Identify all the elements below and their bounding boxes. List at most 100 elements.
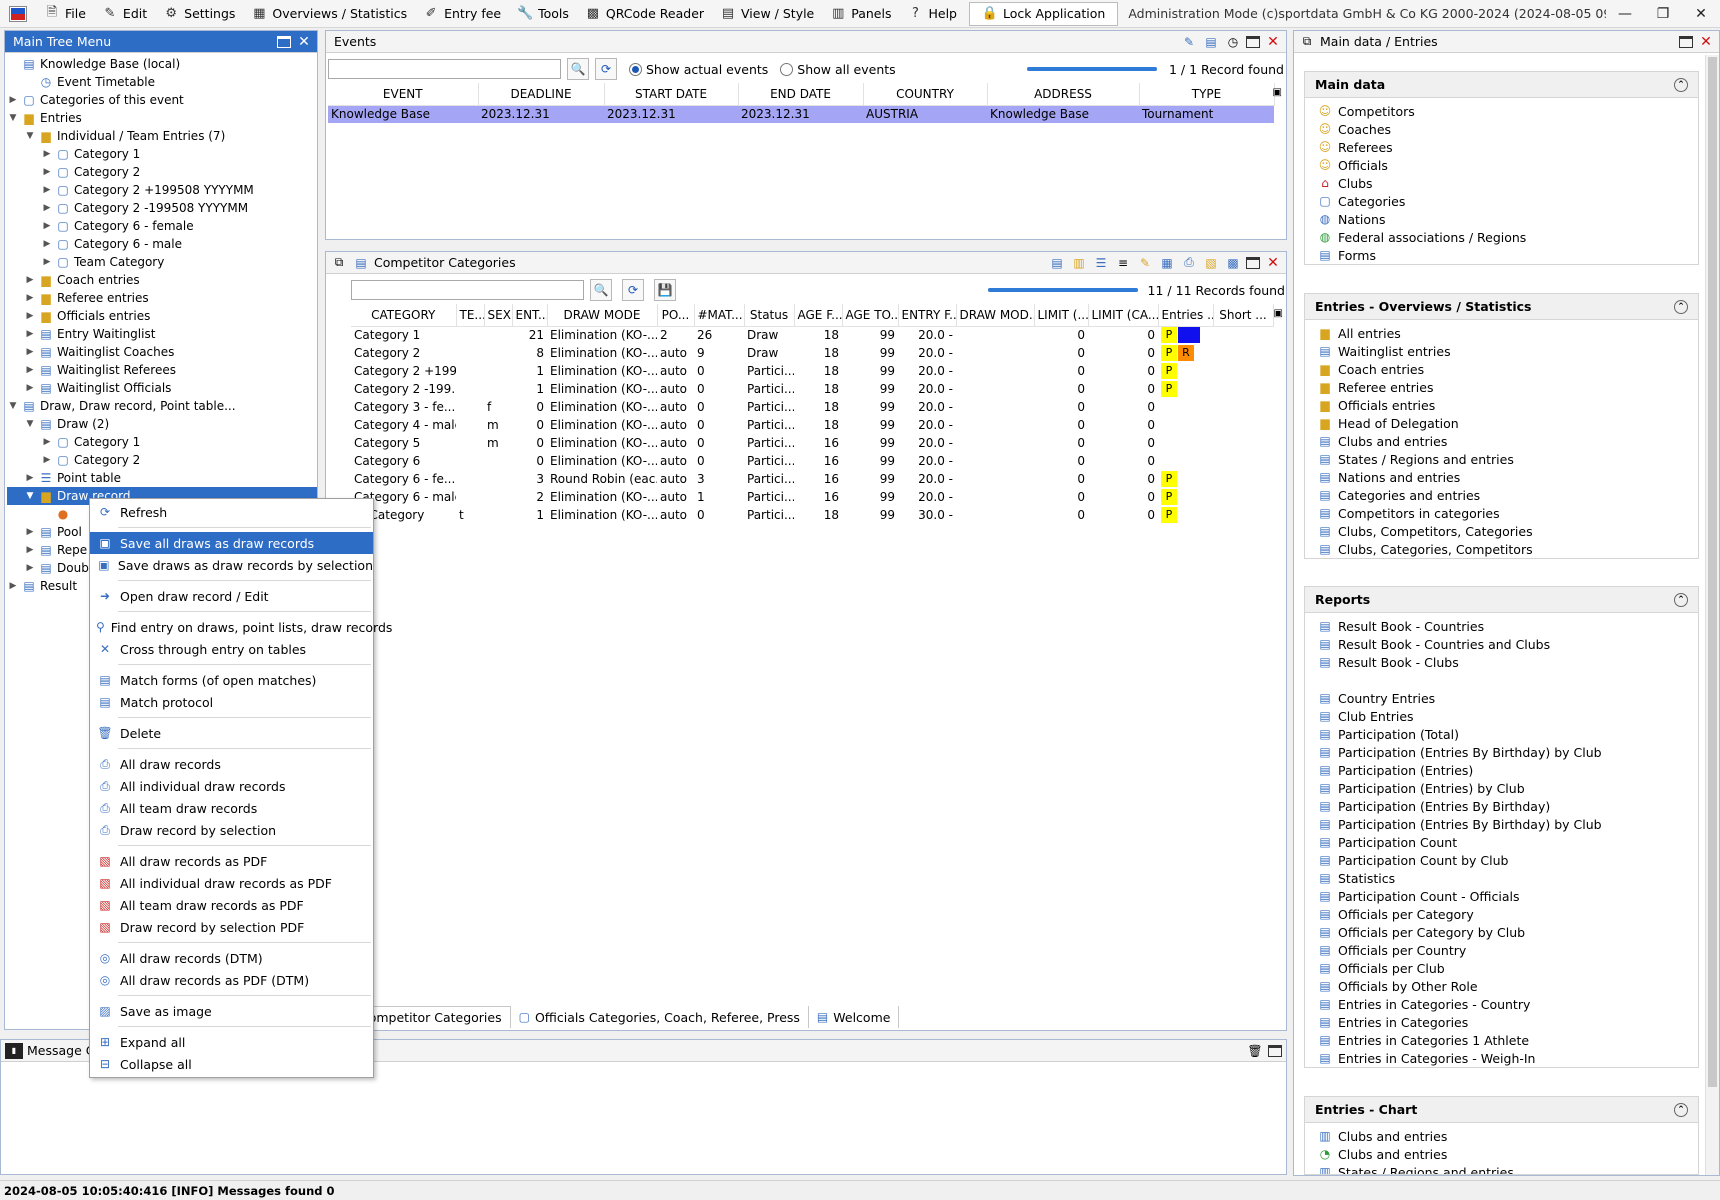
column-header[interactable]: COUNTRY bbox=[863, 83, 988, 106]
expand-arrow-icon[interactable]: ▶ bbox=[24, 545, 36, 555]
ctx-save-draws-as-draw-records-by-selection[interactable]: ▣ Save draws as draw records by selection bbox=[90, 554, 373, 576]
column-header[interactable]: TYPE bbox=[1139, 83, 1275, 106]
link-item[interactable]: ▤ Participation Count - Officials bbox=[1317, 887, 1698, 905]
link-item[interactable]: ▆ Head of Delegation bbox=[1317, 414, 1698, 432]
link-item[interactable]: ◔ Clubs and entries bbox=[1317, 1145, 1698, 1163]
link-item[interactable]: ▥ Clubs and entries bbox=[1317, 1127, 1698, 1145]
expand-arrow-icon[interactable]: ▶ bbox=[24, 275, 36, 285]
menu-entry-fee[interactable]: ✐ Entry fee bbox=[415, 2, 509, 26]
link-item[interactable]: ▤ Participation Count bbox=[1317, 833, 1698, 851]
expand-arrow-icon[interactable]: ▶ bbox=[24, 293, 36, 303]
table-row[interactable]: Category 2 8 Elimination (KO-... auto 9 Draw 1… bbox=[351, 344, 1273, 362]
expand-arrow-icon[interactable]: ▶ bbox=[7, 581, 19, 591]
toolbar-folder-icon[interactable]: ▤ bbox=[1048, 255, 1066, 271]
link-item[interactable]: ▤ Participation (Entries By Birthday) by … bbox=[1317, 743, 1698, 761]
link-item[interactable]: ▤ Participation (Entries) bbox=[1317, 761, 1698, 779]
link-item[interactable]: ▤ Participation Count by Club bbox=[1317, 851, 1698, 869]
link-item[interactable]: ▤ Clubs, Competitors, Categories bbox=[1317, 522, 1698, 540]
tree-node[interactable]: ▼ ▆ Entries bbox=[7, 109, 317, 127]
close-icon[interactable]: ✕ bbox=[1682, 6, 1720, 22]
search-icon[interactable]: 🔍 bbox=[590, 279, 612, 301]
expand-arrow-icon[interactable]: ▶ bbox=[24, 365, 36, 375]
tree-node[interactable]: ▶ ▤ Entry Waitinglist bbox=[7, 325, 317, 343]
tab-competitor-categories[interactable]: Competitor Categories bbox=[351, 1006, 511, 1028]
link-item[interactable]: ☺ Competitors bbox=[1317, 102, 1698, 120]
link-item[interactable]: ▤ Participation (Total) bbox=[1317, 725, 1698, 743]
menu-help[interactable]: ? Help bbox=[899, 2, 965, 26]
column-header[interactable]: Short ... bbox=[1213, 304, 1274, 327]
column-header[interactable]: Entries ... bbox=[1158, 304, 1214, 327]
toolbar-export-icon[interactable]: ▧ bbox=[1202, 255, 1220, 271]
ctx-all-draw-records-as-pdf[interactable]: ▧ All draw records as PDF bbox=[90, 850, 373, 872]
lock-application-button[interactable]: 🔒 Lock Application bbox=[968, 1, 1119, 26]
maximize-icon[interactable] bbox=[1246, 35, 1260, 48]
column-header[interactable]: AGE F... bbox=[794, 304, 843, 327]
collapse-arrow-icon[interactable]: ▼ bbox=[7, 401, 19, 411]
link-item[interactable]: ▤ Clubs, Categories, Competitors bbox=[1317, 540, 1698, 558]
column-header[interactable]: LIMIT (CA... bbox=[1088, 304, 1159, 327]
tree-node[interactable]: ▶ ▢ Category 1 bbox=[7, 145, 317, 163]
menu-tools[interactable]: 🔧 Tools bbox=[509, 2, 577, 26]
save-icon[interactable]: 💾 bbox=[654, 279, 676, 301]
table-row[interactable]: Category 6 - fe... 3 Round Robin (eac... au… bbox=[351, 470, 1273, 488]
tree-node[interactable]: ▶ ▆ Officials entries bbox=[7, 307, 317, 325]
link-item[interactable]: ▤ Participation (Entries By Birthday) by … bbox=[1317, 815, 1698, 833]
expand-arrow-icon[interactable]: ▶ bbox=[41, 257, 53, 267]
table-row[interactable]: Category 2 -199... 1 Elimination (KO-... au… bbox=[351, 380, 1273, 398]
maximize-icon[interactable] bbox=[1246, 256, 1260, 269]
expand-arrow-icon[interactable]: ▶ bbox=[7, 95, 19, 105]
menu-panels[interactable]: ▥ Panels bbox=[822, 2, 899, 26]
close-panel-icon[interactable]: ✕ bbox=[295, 34, 313, 50]
column-header[interactable]: CATEGORY bbox=[351, 304, 457, 327]
link-item[interactable]: ▤ Entries in Categories bbox=[1317, 1013, 1698, 1031]
link-item[interactable]: ▤ States / Regions and entries bbox=[1317, 450, 1698, 468]
menu-view-style[interactable]: ▤ View / Style bbox=[712, 2, 822, 26]
tree-node[interactable]: ▼ ▆ Individual / Team Entries (7) bbox=[7, 127, 317, 145]
link-item[interactable]: ▆ All entries bbox=[1317, 324, 1698, 342]
link-item[interactable]: ▤ Entries in Categories - Country bbox=[1317, 995, 1698, 1013]
expand-arrow-icon[interactable]: ▶ bbox=[41, 437, 53, 447]
link-item[interactable]: ▤ Competitors in categories bbox=[1317, 504, 1698, 522]
link-item[interactable]: ▤ Officials per Country bbox=[1317, 941, 1698, 959]
link-item[interactable]: ▤ Officials per Category by Club bbox=[1317, 923, 1698, 941]
ctx-cross-through-entry-on-tables[interactable]: ✕ Cross through entry on tables bbox=[90, 638, 373, 660]
link-item[interactable]: ◍ Federal associations / Regions bbox=[1317, 228, 1698, 246]
tree-node[interactable]: ▶ ▢ Category 2 -199508 YYYYMM bbox=[7, 199, 317, 217]
menu-settings[interactable]: ⚙ Settings bbox=[155, 2, 243, 26]
group-header[interactable]: Entries - Chart ⌃ bbox=[1305, 1097, 1698, 1123]
link-item[interactable]: ▤ Club Entries bbox=[1317, 707, 1698, 725]
tree-node[interactable]: ▼ ▤ Draw, Draw record, Point table... bbox=[7, 397, 317, 415]
refresh-icon[interactable]: ⟳ bbox=[622, 279, 644, 301]
expand-arrow-icon[interactable]: ▶ bbox=[24, 563, 36, 573]
link-item[interactable]: ▤ Entries in Categories - Weigh-In bbox=[1317, 1049, 1698, 1067]
link-item[interactable]: ☺ Referees bbox=[1317, 138, 1698, 156]
table-row[interactable]: Category 1 21 Elimination (KO-... 2 26 Draw 18… bbox=[351, 326, 1273, 344]
menu-overviews-statistics[interactable]: ▦ Overviews / Statistics bbox=[243, 2, 415, 26]
expand-arrow-icon[interactable]: ▶ bbox=[24, 383, 36, 393]
collapse-arrow-icon[interactable]: ▼ bbox=[24, 491, 36, 501]
show-all-events-radio[interactable]: Show all events bbox=[780, 62, 896, 77]
tree-node[interactable]: ▶ ▢ Category 2 bbox=[7, 451, 317, 469]
toolbar-numbered-list-icon[interactable]: ≡ bbox=[1114, 255, 1132, 271]
link-item[interactable]: ▢ Categories bbox=[1317, 192, 1698, 210]
expand-arrow-icon[interactable]: ▶ bbox=[24, 347, 36, 357]
column-header[interactable]: PO... bbox=[657, 304, 695, 327]
expand-arrow-icon[interactable]: ▶ bbox=[41, 455, 53, 465]
tree-node[interactable]: ▶ ▢ Categories of this event bbox=[7, 91, 317, 109]
table-row[interactable]: Category 3 - fe... f 0 Elimination (KO-... a… bbox=[351, 398, 1273, 416]
table-row[interactable]: Category 6 0 Elimination (KO-... auto 0 Parti… bbox=[351, 452, 1273, 470]
ctx-draw-record-by-selection[interactable]: ⎙ Draw record by selection bbox=[90, 819, 373, 841]
column-header[interactable]: TE... bbox=[456, 304, 485, 327]
group-header[interactable]: Entries - Overviews / Statistics ⌃ bbox=[1305, 294, 1698, 320]
menu-edit[interactable]: ✎ Edit bbox=[94, 2, 155, 26]
ctx-all-team-draw-records[interactable]: ⎙ All team draw records bbox=[90, 797, 373, 819]
tree-node[interactable]: ▶ ▆ Referee entries bbox=[7, 289, 317, 307]
trash-icon[interactable]: 🗑 bbox=[1246, 1043, 1264, 1059]
link-item[interactable]: ▤ Result Book - Countries and Clubs bbox=[1317, 635, 1698, 653]
maximize-icon[interactable] bbox=[1679, 35, 1693, 48]
ctx-find-entry-on-draws-point-lists-draw-records[interactable]: ⚲ Find entry on draws, point lists, draw … bbox=[90, 616, 392, 638]
link-item[interactable]: ▤ Officials by Other Role bbox=[1317, 977, 1698, 995]
ctx-all-individual-draw-records-as-pdf[interactable]: ▧ All individual draw records as PDF bbox=[90, 872, 373, 894]
ctx-all-draw-records[interactable]: ⎙ All draw records bbox=[90, 753, 373, 775]
table-row[interactable]: m Category t 1 Elimination (KO-... auto 0 Part… bbox=[351, 506, 1273, 524]
